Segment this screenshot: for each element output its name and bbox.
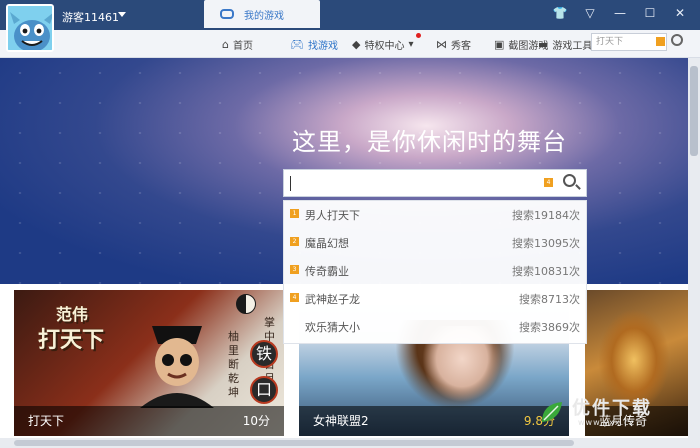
search-badge-icon: [656, 37, 665, 46]
nav-label: 秀客: [451, 41, 471, 52]
suggestion-count: 搜索13095次: [512, 237, 580, 250]
suggestion-count: 搜索19184次: [512, 209, 580, 222]
minimize-icon[interactable]: —: [612, 6, 628, 20]
chevron-down-icon: ▾: [408, 39, 414, 50]
card-art-subtitle: 范伟: [56, 305, 89, 324]
suggestion-name: 魔晶幻想: [305, 237, 349, 250]
nav-item-game-tools[interactable]: ▬ 游戏工具: [538, 37, 592, 52]
nav-label: 找游戏: [307, 41, 338, 52]
suggestion-count: 搜索10831次: [512, 265, 580, 278]
suggestion-item[interactable]: 3 传奇霸业 搜索10831次: [284, 257, 588, 285]
gamepad-icon: [220, 9, 234, 19]
menu-icon[interactable]: ▽: [582, 6, 598, 20]
nav-item-showcase[interactable]: ⋈ 秀客: [436, 37, 471, 52]
card-score: 10分: [242, 414, 270, 428]
suggestion-name: 武神赵子龙: [305, 293, 360, 306]
screenshot-icon: ▣: [494, 38, 505, 51]
suggestion-count: 搜索8713次: [519, 293, 580, 306]
ns-icon: ⋈: [436, 38, 447, 51]
gamepad-icon: 🎮︎: [290, 38, 304, 51]
rank-badge: 3: [290, 265, 299, 274]
horizontal-scroll-thumb[interactable]: [14, 440, 574, 446]
suggestion-item[interactable]: 4 武神赵子龙 搜索8713次: [284, 285, 588, 313]
maximize-icon[interactable]: ☐: [642, 6, 658, 20]
search-badge-icon: 4: [544, 178, 553, 187]
watermark-sub: www.yxx.cc: [578, 418, 635, 427]
seal-badge-2: 口: [250, 376, 278, 404]
rank-badge: 4: [290, 293, 299, 302]
watermark: 优件下载 www.yxx.cc: [538, 392, 688, 438]
suggestion-name: 欢乐猜大小: [305, 321, 360, 334]
seal-badge: 铁: [250, 340, 278, 368]
hero-title: 这里，是你休闲时的舞台: [292, 128, 567, 156]
rank-badge: 1: [290, 209, 299, 218]
card-art-title: 范伟 打天下: [38, 302, 104, 354]
home-icon: ⌂: [222, 38, 229, 51]
text-caret: [290, 176, 291, 191]
suggestion-item[interactable]: 1 男人打天下 搜索19184次: [284, 201, 588, 229]
window-controls: 👕 ▽ — ☐ ✕: [552, 6, 688, 20]
notification-dot: [416, 33, 421, 38]
yinyang-icon: [236, 294, 256, 314]
tab-my-games[interactable]: 我的游戏: [204, 0, 320, 28]
nav-label: 游戏工具: [552, 41, 593, 52]
nav-item-privilege-center[interactable]: ◆ 特权中心 ▾: [352, 37, 414, 52]
close-icon[interactable]: ✕: [672, 6, 688, 20]
nav-item-find-games[interactable]: 🎮︎ 找游戏: [290, 37, 338, 52]
toolbox-icon: ▬: [538, 38, 549, 51]
vertical-scroll-thumb[interactable]: [690, 66, 698, 156]
monster-avatar-icon: [8, 6, 52, 50]
username[interactable]: 游客11461: [62, 9, 119, 25]
game-card-datianxia[interactable]: 范伟 打天下 柚里断乾坤 掌中有日月 铁 口 打天下 10分: [14, 290, 284, 436]
search-suggestions: 1 男人打天下 搜索19184次 2 魔晶幻想 搜索13095次 3 传奇霸业 …: [283, 200, 587, 344]
search-icon[interactable]: [563, 174, 576, 187]
diamond-icon: ◆: [352, 38, 361, 51]
game-search-input[interactable]: [283, 169, 587, 197]
user-dropdown-icon[interactable]: [118, 12, 126, 17]
suggestion-item[interactable]: 欢乐猜大小 搜索3869次: [284, 313, 588, 341]
nav-label: 特权中心: [364, 41, 405, 52]
skin-icon[interactable]: 👕: [552, 6, 568, 20]
rank-badge: 2: [290, 237, 299, 246]
vertical-text-col1: 柚里断乾坤: [228, 330, 239, 399]
suggestion-name: 传奇霸业: [305, 265, 349, 278]
card-art-main: 打天下: [38, 328, 105, 353]
avatar[interactable]: [6, 4, 54, 52]
leaf-logo-icon: [542, 402, 562, 422]
search-icon[interactable]: [671, 34, 683, 46]
nav-item-home[interactable]: ⌂ 首页: [222, 37, 253, 52]
tab-label: 我的游戏: [244, 10, 284, 22]
character-portrait-icon: [140, 326, 214, 408]
nav-label: 首页: [232, 41, 253, 52]
suggestion-name: 男人打天下: [305, 209, 360, 222]
suggestion-count: 搜索3869次: [519, 321, 580, 334]
suggestion-item[interactable]: 2 魔晶幻想 搜索13095次: [284, 229, 588, 257]
watermark-text: 优件下载: [572, 398, 652, 419]
